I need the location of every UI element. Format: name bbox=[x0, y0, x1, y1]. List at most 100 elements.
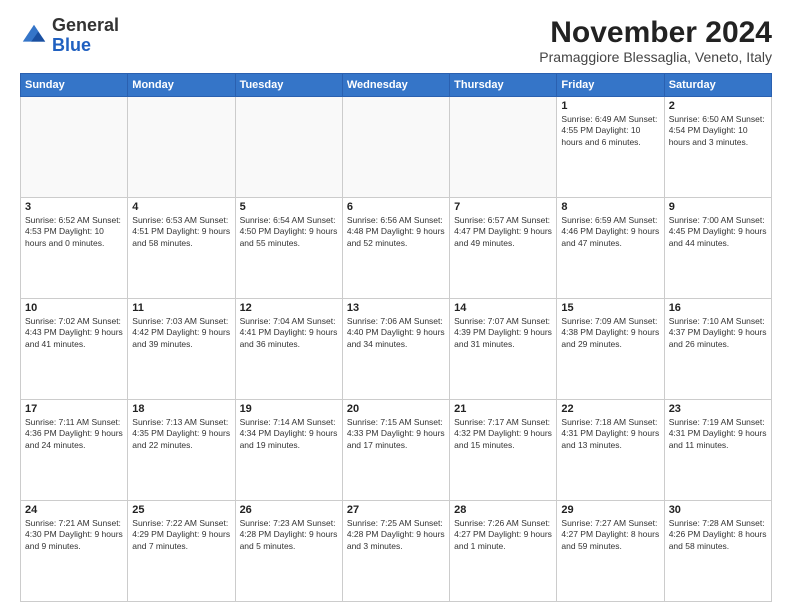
day-number: 15 bbox=[561, 302, 659, 314]
header-saturday: Saturday bbox=[664, 74, 771, 97]
logo-icon bbox=[20, 22, 48, 50]
day-number: 23 bbox=[669, 403, 767, 415]
day-number: 28 bbox=[454, 504, 552, 516]
day-number: 10 bbox=[25, 302, 123, 314]
header-friday: Friday bbox=[557, 74, 664, 97]
day-info: Sunrise: 7:07 AM Sunset: 4:39 PM Dayligh… bbox=[454, 316, 552, 350]
table-row: 17 Sunrise: 7:11 AM Sunset: 4:36 PM Dayli… bbox=[21, 400, 128, 501]
logo-text: General Blue bbox=[52, 16, 119, 56]
table-row: 1 Sunrise: 6:49 AM Sunset: 4:55 PM Daylig… bbox=[557, 97, 664, 198]
table-row bbox=[128, 97, 235, 198]
table-row: 6 Sunrise: 6:56 AM Sunset: 4:48 PM Daylig… bbox=[342, 198, 449, 299]
table-row: 5 Sunrise: 6:54 AM Sunset: 4:50 PM Daylig… bbox=[235, 198, 342, 299]
calendar-week-row: 10 Sunrise: 7:02 AM Sunset: 4:43 PM Dayli… bbox=[21, 299, 772, 400]
day-info: Sunrise: 7:11 AM Sunset: 4:36 PM Dayligh… bbox=[25, 417, 123, 451]
day-info: Sunrise: 7:21 AM Sunset: 4:30 PM Dayligh… bbox=[25, 518, 123, 552]
day-number: 7 bbox=[454, 201, 552, 213]
table-row: 14 Sunrise: 7:07 AM Sunset: 4:39 PM Dayli… bbox=[450, 299, 557, 400]
header-thursday: Thursday bbox=[450, 74, 557, 97]
day-info: Sunrise: 6:49 AM Sunset: 4:55 PM Dayligh… bbox=[561, 114, 659, 148]
table-row bbox=[450, 97, 557, 198]
table-row: 13Sunrise: 7:06 AM Sunset: 4:40 PM Dayli… bbox=[342, 299, 449, 400]
table-row: 21 Sunrise: 7:17 AM Sunset: 4:32 PM Dayli… bbox=[450, 400, 557, 501]
table-row: 10 Sunrise: 7:02 AM Sunset: 4:43 PM Dayli… bbox=[21, 299, 128, 400]
day-number: 30 bbox=[669, 504, 767, 516]
day-number: 25 bbox=[132, 504, 230, 516]
header: General Blue November 2024 Pramaggiore B… bbox=[20, 16, 772, 65]
calendar-table: Sunday Monday Tuesday Wednesday Thursday… bbox=[20, 73, 772, 602]
table-row: 11Sunrise: 7:03 AM Sunset: 4:42 PM Dayli… bbox=[128, 299, 235, 400]
table-row: 30 Sunrise: 7:28 AM Sunset: 4:26 PM Dayli… bbox=[664, 501, 771, 602]
table-row: 2Sunrise: 6:50 AM Sunset: 4:54 PM Daylig… bbox=[664, 97, 771, 198]
day-info: Sunrise: 6:54 AM Sunset: 4:50 PM Dayligh… bbox=[240, 215, 338, 249]
calendar-week-row: 17 Sunrise: 7:11 AM Sunset: 4:36 PM Dayli… bbox=[21, 400, 772, 501]
calendar-week-row: 3 Sunrise: 6:52 AM Sunset: 4:53 PM Daylig… bbox=[21, 198, 772, 299]
day-number: 9 bbox=[669, 201, 767, 213]
day-number: 16 bbox=[669, 302, 767, 314]
day-info: Sunrise: 7:00 AM Sunset: 4:45 PM Dayligh… bbox=[669, 215, 767, 249]
day-info: Sunrise: 7:04 AM Sunset: 4:41 PM Dayligh… bbox=[240, 316, 338, 350]
calendar-week-row: 1 Sunrise: 6:49 AM Sunset: 4:55 PM Daylig… bbox=[21, 97, 772, 198]
day-number: 18 bbox=[132, 403, 230, 415]
day-info: Sunrise: 6:52 AM Sunset: 4:53 PM Dayligh… bbox=[25, 215, 123, 249]
table-row: 24 Sunrise: 7:21 AM Sunset: 4:30 PM Dayli… bbox=[21, 501, 128, 602]
day-info: Sunrise: 6:57 AM Sunset: 4:47 PM Dayligh… bbox=[454, 215, 552, 249]
table-row: 15Sunrise: 7:09 AM Sunset: 4:38 PM Dayli… bbox=[557, 299, 664, 400]
table-row bbox=[342, 97, 449, 198]
table-row: 9 Sunrise: 7:00 AM Sunset: 4:45 PM Daylig… bbox=[664, 198, 771, 299]
day-info: Sunrise: 7:19 AM Sunset: 4:31 PM Dayligh… bbox=[669, 417, 767, 451]
day-number: 2 bbox=[669, 100, 767, 112]
day-info: Sunrise: 6:59 AM Sunset: 4:46 PM Dayligh… bbox=[561, 215, 659, 249]
day-info: Sunrise: 7:06 AM Sunset: 4:40 PM Dayligh… bbox=[347, 316, 445, 350]
day-info: Sunrise: 7:23 AM Sunset: 4:28 PM Dayligh… bbox=[240, 518, 338, 552]
location-subtitle: Pramaggiore Blessaglia, Veneto, Italy bbox=[539, 49, 772, 65]
day-number: 17 bbox=[25, 403, 123, 415]
day-number: 29 bbox=[561, 504, 659, 516]
page: General Blue November 2024 Pramaggiore B… bbox=[0, 0, 792, 612]
table-row: 27 Sunrise: 7:25 AM Sunset: 4:28 PM Dayli… bbox=[342, 501, 449, 602]
day-number: 22 bbox=[561, 403, 659, 415]
month-title: November 2024 bbox=[539, 16, 772, 49]
day-info: Sunrise: 7:13 AM Sunset: 4:35 PM Dayligh… bbox=[132, 417, 230, 451]
logo-general: General bbox=[52, 15, 119, 35]
table-row: 18 Sunrise: 7:13 AM Sunset: 4:35 PM Dayli… bbox=[128, 400, 235, 501]
table-row: 20Sunrise: 7:15 AM Sunset: 4:33 PM Dayli… bbox=[342, 400, 449, 501]
day-number: 24 bbox=[25, 504, 123, 516]
day-number: 26 bbox=[240, 504, 338, 516]
day-number: 21 bbox=[454, 403, 552, 415]
table-row: 12Sunrise: 7:04 AM Sunset: 4:41 PM Dayli… bbox=[235, 299, 342, 400]
day-info: Sunrise: 7:15 AM Sunset: 4:33 PM Dayligh… bbox=[347, 417, 445, 451]
day-number: 27 bbox=[347, 504, 445, 516]
day-info: Sunrise: 7:18 AM Sunset: 4:31 PM Dayligh… bbox=[561, 417, 659, 451]
logo: General Blue bbox=[20, 16, 119, 56]
title-block: November 2024 Pramaggiore Blessaglia, Ve… bbox=[539, 16, 772, 65]
day-info: Sunrise: 6:56 AM Sunset: 4:48 PM Dayligh… bbox=[347, 215, 445, 249]
day-info: Sunrise: 7:14 AM Sunset: 4:34 PM Dayligh… bbox=[240, 417, 338, 451]
header-tuesday: Tuesday bbox=[235, 74, 342, 97]
day-info: Sunrise: 7:28 AM Sunset: 4:26 PM Dayligh… bbox=[669, 518, 767, 552]
day-number: 5 bbox=[240, 201, 338, 213]
day-number: 3 bbox=[25, 201, 123, 213]
day-info: Sunrise: 7:02 AM Sunset: 4:43 PM Dayligh… bbox=[25, 316, 123, 350]
day-info: Sunrise: 7:25 AM Sunset: 4:28 PM Dayligh… bbox=[347, 518, 445, 552]
calendar-week-row: 24 Sunrise: 7:21 AM Sunset: 4:30 PM Dayli… bbox=[21, 501, 772, 602]
day-number: 6 bbox=[347, 201, 445, 213]
header-monday: Monday bbox=[128, 74, 235, 97]
table-row: 3 Sunrise: 6:52 AM Sunset: 4:53 PM Daylig… bbox=[21, 198, 128, 299]
weekday-header-row: Sunday Monday Tuesday Wednesday Thursday… bbox=[21, 74, 772, 97]
table-row: 19Sunrise: 7:14 AM Sunset: 4:34 PM Dayli… bbox=[235, 400, 342, 501]
day-number: 11 bbox=[132, 302, 230, 314]
table-row: 16 Sunrise: 7:10 AM Sunset: 4:37 PM Dayli… bbox=[664, 299, 771, 400]
logo-blue: Blue bbox=[52, 35, 91, 55]
header-sunday: Sunday bbox=[21, 74, 128, 97]
day-number: 1 bbox=[561, 100, 659, 112]
day-number: 8 bbox=[561, 201, 659, 213]
day-info: Sunrise: 7:10 AM Sunset: 4:37 PM Dayligh… bbox=[669, 316, 767, 350]
day-number: 14 bbox=[454, 302, 552, 314]
table-row: 28Sunrise: 7:26 AM Sunset: 4:27 PM Dayli… bbox=[450, 501, 557, 602]
day-info: Sunrise: 7:17 AM Sunset: 4:32 PM Dayligh… bbox=[454, 417, 552, 451]
day-info: Sunrise: 7:27 AM Sunset: 4:27 PM Dayligh… bbox=[561, 518, 659, 552]
table-row bbox=[235, 97, 342, 198]
table-row: 22 Sunrise: 7:18 AM Sunset: 4:31 PM Dayli… bbox=[557, 400, 664, 501]
header-wednesday: Wednesday bbox=[342, 74, 449, 97]
